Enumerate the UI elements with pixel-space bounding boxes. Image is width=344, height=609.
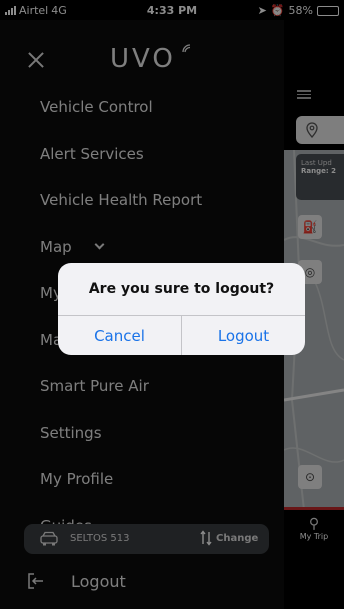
- cancel-button[interactable]: Cancel: [58, 316, 181, 355]
- dialog-title: Are you sure to logout?: [88, 281, 275, 297]
- logout-confirm-dialog: Are you sure to logout? Cancel Logout: [58, 263, 305, 355]
- dialog-actions: Cancel Logout: [58, 315, 305, 355]
- confirm-logout-button[interactable]: Logout: [181, 316, 305, 355]
